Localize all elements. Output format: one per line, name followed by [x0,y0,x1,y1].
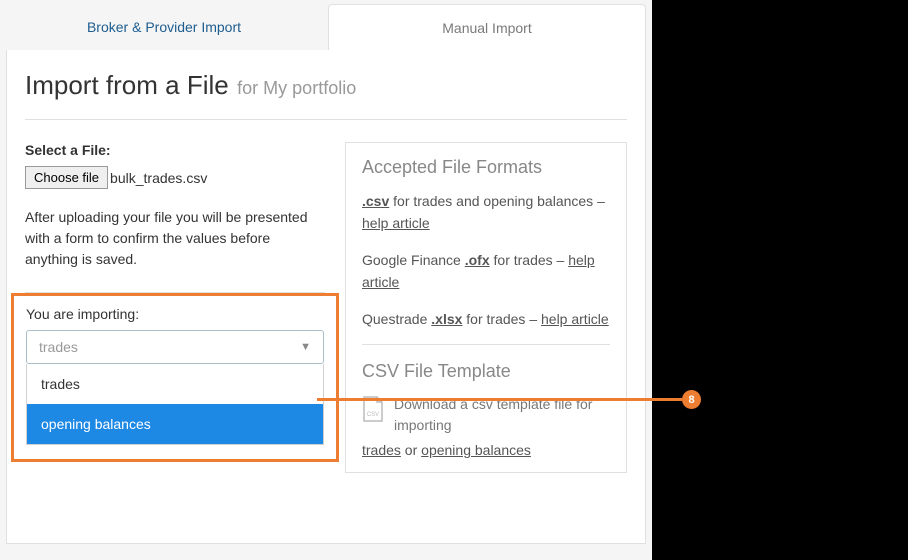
app-container: Broker & Provider Import Manual Import I… [0,0,652,560]
template-opening-balances-link[interactable]: opening balances [421,442,531,458]
importing-label: You are importing: [26,306,324,322]
svg-text:CSV: CSV [367,412,379,418]
page-title: Import from a File [25,70,229,100]
tabs-row: Broker & Provider Import Manual Import [6,4,646,50]
importing-highlight-box: You are importing: trades ▼ trades openi… [11,293,339,462]
xlsx-prefix: Questrade [362,311,431,327]
selected-filename: bulk_trades.csv [110,170,207,186]
csv-template-title: CSV File Template [362,361,610,382]
chevron-down-icon: ▼ [300,341,311,353]
content-panel: Import from a File for My portfolio Sele… [6,50,646,544]
tab-manual-import[interactable]: Manual Import [328,4,646,50]
format-csv: .csv for trades and opening balances – h… [362,190,610,235]
ofx-ext-link[interactable]: .ofx [465,252,490,268]
ofx-prefix: Google Finance [362,252,465,268]
csv-ext-link[interactable]: .csv [362,193,389,209]
callout-number: 8 [688,394,694,406]
callout-arrow-line [317,398,682,401]
page-subtitle: for My portfolio [237,78,356,98]
right-panel: Accepted File Formats .csv for trades an… [345,142,627,473]
tab-broker-import[interactable]: Broker & Provider Import [6,4,322,50]
xlsx-ext-link[interactable]: .xlsx [431,311,462,327]
xlsx-text: for trades – [462,311,541,327]
importing-select[interactable]: trades ▼ [26,330,324,364]
columns: Select a File: Choose file bulk_trades.c… [25,142,627,473]
xlsx-help-link[interactable]: help article [541,311,609,327]
accepted-formats-title: Accepted File Formats [362,157,610,178]
choose-file-button[interactable]: Choose file [25,166,108,189]
annotation-column: 8 [652,0,908,560]
upload-helper-text: After uploading your file you will be pr… [25,207,325,270]
template-trades-link[interactable]: trades [362,442,401,458]
tab-manual-label: Manual Import [442,20,531,36]
importing-select-wrap: trades ▼ trades opening balances [26,330,324,445]
format-xlsx: Questrade .xlsx for trades – help articl… [362,308,610,330]
dropdown-option-opening-balances[interactable]: opening balances [27,404,323,444]
template-or: or [401,442,421,458]
file-input-row: Choose file bulk_trades.csv [25,166,325,189]
format-ofx: Google Finance .ofx for trades – help ar… [362,249,610,294]
template-links: trades or opening balances [362,442,610,458]
page-title-row: Import from a File for My portfolio [25,70,627,120]
select-file-label: Select a File: [25,142,325,158]
importing-selected-value: trades [39,339,78,355]
callout-badge: 8 [682,390,701,409]
importing-dropdown: trades opening balances [26,364,324,445]
tab-broker-label: Broker & Provider Import [87,19,241,35]
dropdown-option-trades[interactable]: trades [27,364,323,404]
ofx-text: for trades – [490,252,569,268]
csv-help-link[interactable]: help article [362,215,430,231]
left-panel: Select a File: Choose file bulk_trades.c… [25,142,325,473]
csv-text: for trades and opening balances – [389,193,605,209]
